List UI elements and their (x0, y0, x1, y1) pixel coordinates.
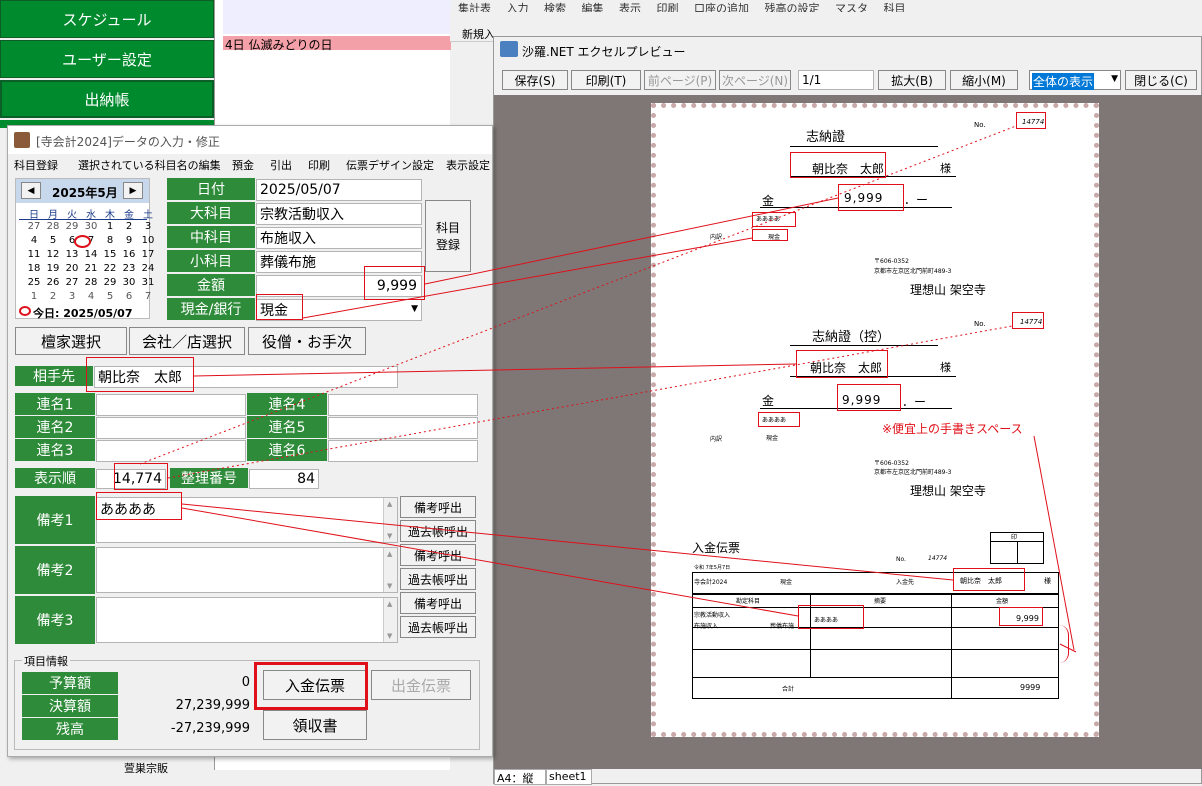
connector-lines (139, 125, 1077, 653)
